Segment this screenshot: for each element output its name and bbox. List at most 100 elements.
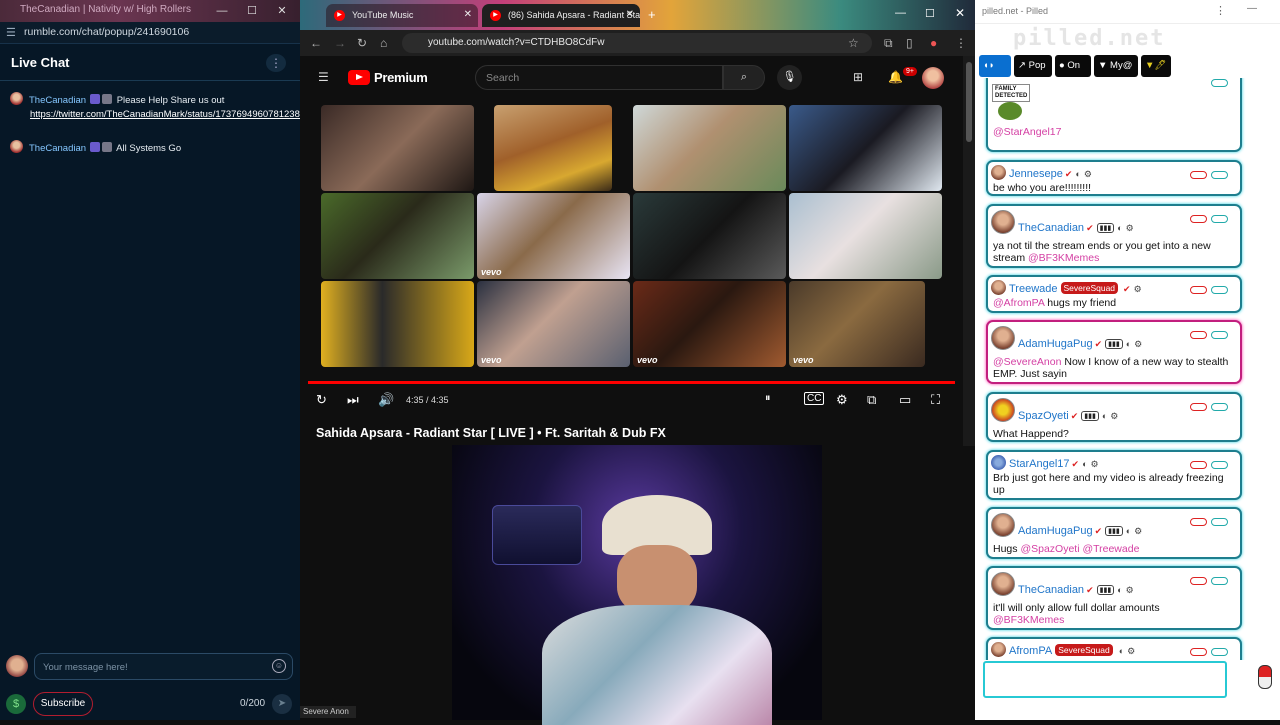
mention[interactable]: @StarAngel17 bbox=[993, 126, 1061, 138]
minimize-icon[interactable]: — bbox=[1247, 3, 1257, 14]
notifications-bell-icon[interactable]: 🔔 bbox=[888, 70, 903, 84]
mention[interactable]: @BF3KMemes bbox=[1028, 252, 1099, 264]
premium-brand[interactable]: Premium bbox=[374, 70, 428, 85]
close-tab-icon[interactable]: ✕ bbox=[464, 9, 472, 20]
pop-button[interactable]: ↗ Pop bbox=[1014, 55, 1052, 77]
end-screen-video[interactable] bbox=[321, 193, 474, 279]
profile-icon[interactable]: ● bbox=[930, 36, 937, 50]
tab-current-video[interactable]: ▶ (86) Sahida Apsara - Radiant Star [ LI… bbox=[482, 4, 640, 27]
end-screen-video[interactable] bbox=[633, 193, 786, 279]
my-mentions-button[interactable]: ▼ My@ bbox=[1094, 55, 1138, 77]
gear-icon[interactable]: ⚙ bbox=[1134, 284, 1142, 294]
more-options-icon[interactable]: ⋮ bbox=[1215, 4, 1226, 17]
maximize-icon[interactable]: ☐ bbox=[925, 7, 935, 20]
reload-icon[interactable]: ↻ bbox=[357, 36, 367, 50]
end-screen-video[interactable]: vevo bbox=[477, 193, 630, 279]
remove-icon[interactable] bbox=[1190, 171, 1207, 179]
more-options-icon[interactable]: ⋮ bbox=[266, 54, 286, 72]
avatar[interactable] bbox=[991, 165, 1006, 180]
chat-username[interactable]: AdamHugaPug bbox=[1018, 525, 1093, 537]
remove-icon[interactable] bbox=[1190, 648, 1207, 656]
avatar[interactable] bbox=[991, 326, 1015, 350]
end-screen-video[interactable] bbox=[633, 105, 786, 191]
filter-icon[interactable]: ▼🖊 bbox=[1141, 55, 1171, 77]
gear-icon[interactable]: ⚙ bbox=[1126, 223, 1134, 233]
site-info-icon[interactable]: ☰ bbox=[6, 26, 16, 39]
search-icon[interactable]: ⌕ bbox=[723, 65, 765, 90]
volume-icon[interactable]: 🔊 bbox=[378, 392, 394, 408]
forward-icon[interactable]: → bbox=[334, 36, 346, 50]
emoji-icon[interactable]: ☺ bbox=[272, 659, 286, 673]
gear-icon[interactable]: ⚙ bbox=[1134, 339, 1142, 349]
chat-link[interactable]: https://twitter.com/TheCanadianMark/stat… bbox=[10, 108, 316, 122]
end-screen-video[interactable] bbox=[494, 105, 612, 191]
bookmark-star-icon[interactable]: ☆ bbox=[848, 36, 859, 50]
extensions-icon[interactable]: ⧉ bbox=[884, 36, 893, 51]
remove-icon[interactable] bbox=[1190, 577, 1207, 585]
sidepanel-icon[interactable]: ▯ bbox=[906, 36, 913, 50]
miniplayer-icon[interactable]: ⧉ bbox=[867, 392, 876, 408]
replay-icon[interactable]: ↻ bbox=[316, 392, 327, 408]
home-icon[interactable]: ⌂ bbox=[380, 36, 387, 50]
avatar[interactable] bbox=[991, 572, 1015, 596]
toggle-icon[interactable] bbox=[1211, 403, 1228, 411]
remove-icon[interactable] bbox=[1190, 286, 1207, 294]
fullscreen-icon[interactable]: ⛶ bbox=[931, 392, 940, 408]
minimize-icon[interactable]: — bbox=[210, 2, 234, 20]
toggle-icon[interactable] bbox=[1211, 648, 1228, 656]
mention[interactable]: @SpazOyeti @Treewade bbox=[1020, 543, 1139, 555]
gear-icon[interactable]: ⚙ bbox=[1091, 459, 1099, 469]
menu-icon[interactable]: ⋮ bbox=[955, 36, 967, 50]
search-input[interactable]: Search bbox=[475, 65, 723, 90]
end-screen-video[interactable]: vevo bbox=[477, 281, 630, 367]
toggle-icon[interactable] bbox=[1211, 215, 1228, 223]
end-screen-video[interactable]: vevo bbox=[633, 281, 786, 367]
gear-icon[interactable]: ⚙ bbox=[1134, 526, 1142, 536]
page-scrollbar[interactable] bbox=[963, 56, 975, 446]
chat-message-input[interactable]: Your message here! bbox=[34, 653, 293, 680]
settings-gear-icon[interactable]: ⚙ bbox=[836, 392, 848, 408]
remove-icon[interactable] bbox=[1190, 461, 1207, 469]
new-tab-icon[interactable]: + bbox=[648, 7, 656, 22]
captions-icon[interactable]: CC bbox=[804, 392, 825, 405]
minimize-icon[interactable]: — bbox=[895, 7, 906, 19]
chat-username[interactable]: TheCanadian bbox=[29, 95, 86, 106]
pill-logo-icon[interactable]: ◖◗ bbox=[979, 55, 1011, 77]
gear-icon[interactable]: ⚙ bbox=[1127, 646, 1135, 656]
avatar[interactable] bbox=[10, 140, 23, 153]
toggle-icon[interactable] bbox=[1211, 331, 1228, 339]
subscribe-button[interactable]: Subscribe bbox=[33, 692, 93, 716]
gear-icon[interactable]: ⚙ bbox=[1110, 411, 1118, 421]
rumble-address-bar[interactable]: ☰ rumble.com/chat/popup/241690106 bbox=[0, 22, 300, 44]
avatar[interactable] bbox=[991, 398, 1015, 422]
pill-sticker-icon[interactable] bbox=[1258, 665, 1272, 689]
toggle-icon[interactable] bbox=[1211, 286, 1228, 294]
youtube-logo-icon[interactable] bbox=[348, 70, 370, 85]
autoplay-toggle-icon[interactable]: ⏸ bbox=[765, 392, 771, 405]
on-toggle[interactable]: ● On bbox=[1055, 55, 1091, 77]
chat-username[interactable]: StarAngel17 bbox=[1009, 458, 1070, 470]
remove-icon[interactable] bbox=[1190, 403, 1207, 411]
back-icon[interactable]: ← bbox=[310, 36, 322, 50]
close-icon[interactable]: ✕ bbox=[270, 2, 294, 20]
close-icon[interactable]: ✕ bbox=[955, 6, 965, 20]
remove-icon[interactable] bbox=[1190, 215, 1207, 223]
end-screen-video[interactable] bbox=[321, 105, 474, 191]
avatar[interactable] bbox=[991, 642, 1006, 657]
avatar[interactable] bbox=[10, 92, 23, 105]
avatar[interactable] bbox=[991, 513, 1015, 537]
remove-icon[interactable] bbox=[1190, 518, 1207, 526]
toggle-icon[interactable] bbox=[1211, 461, 1228, 469]
chat-username[interactable]: TheCanadian bbox=[1018, 222, 1084, 234]
end-screen-video[interactable]: vevo bbox=[789, 281, 925, 367]
video-progress-bar[interactable] bbox=[308, 381, 955, 384]
toggle-icon[interactable] bbox=[1211, 577, 1228, 585]
mention[interactable]: @AfromPA bbox=[993, 297, 1044, 309]
avatar[interactable] bbox=[991, 280, 1006, 295]
theater-mode-icon[interactable]: ▭ bbox=[899, 392, 911, 408]
microphone-icon[interactable]: 🎙 bbox=[777, 65, 802, 90]
chat-username[interactable]: Treewade bbox=[1009, 283, 1058, 295]
chat-username[interactable]: TheCanadian bbox=[29, 143, 86, 154]
pilled-message-input[interactable] bbox=[983, 661, 1227, 698]
scrollbar-thumb[interactable] bbox=[966, 62, 972, 142]
